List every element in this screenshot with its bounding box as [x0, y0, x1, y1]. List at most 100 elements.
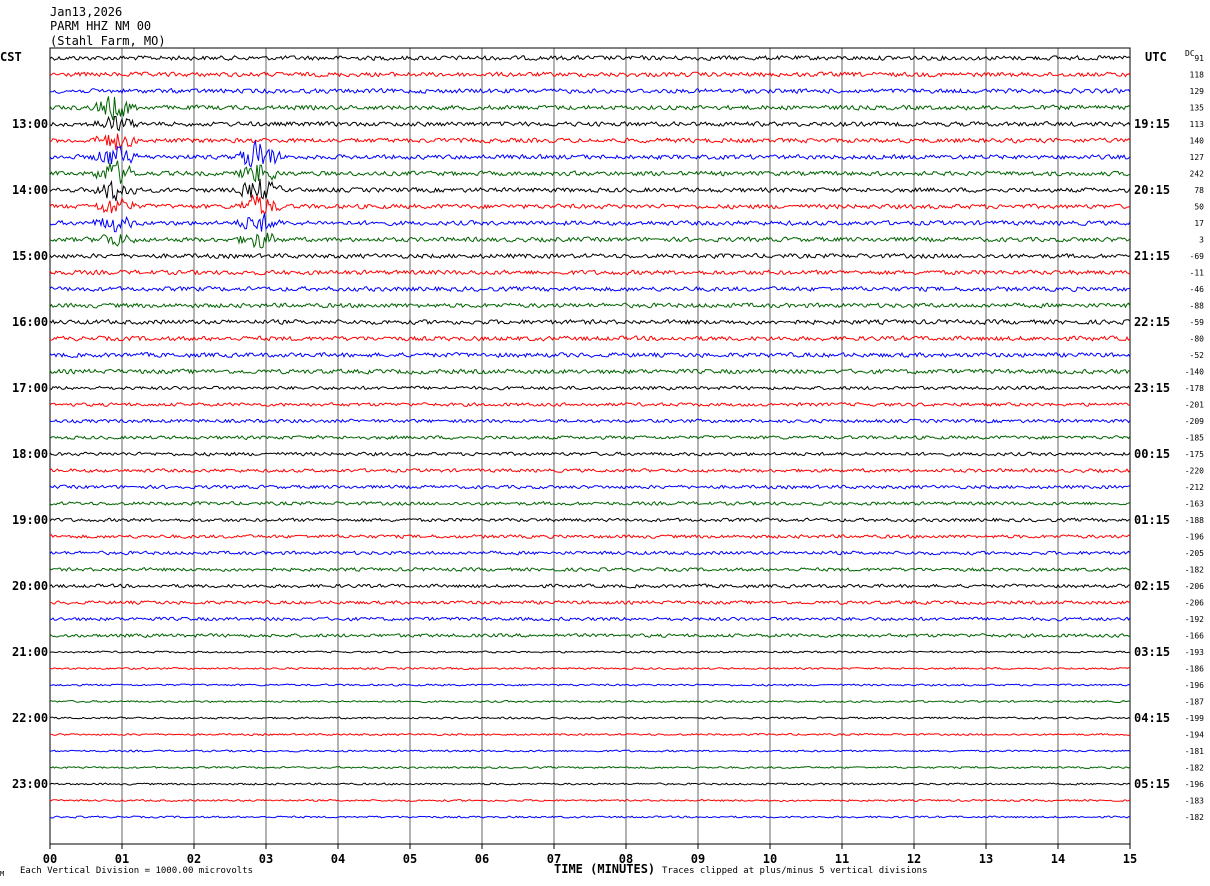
left-time-label: 15:00 [12, 249, 48, 263]
seismic-trace [49, 765, 1131, 770]
x-tick-label: 02 [187, 852, 201, 866]
x-tick-label: 11 [835, 852, 849, 866]
seismic-trace [49, 71, 1131, 78]
dc-offset-label: -181 [1185, 747, 1204, 756]
footer-scale-note: Each Vertical Division = 1000.00 microvo… [20, 866, 253, 876]
footer-mark: M [0, 870, 5, 878]
seismic-trace [49, 178, 1131, 202]
dc-offset-label: -185 [1185, 434, 1204, 443]
left-time-label: 14:00 [12, 183, 48, 197]
dc-offset-label: -52 [1190, 351, 1205, 360]
dc-offset-column: 91 118 129 135 113 140 127 242 78 50 17 3 -69 -11 -46 -… [1185, 54, 1204, 822]
left-time-label: 13:00 [12, 117, 48, 131]
seismic-trace [49, 683, 1131, 687]
dc-offset-label: -163 [1185, 500, 1204, 509]
dc-offset-label: -175 [1185, 450, 1204, 459]
dc-offset-label: 3 [1199, 236, 1204, 245]
seismic-trace [49, 115, 1131, 132]
dc-offset-label: -11 [1190, 269, 1205, 278]
x-tick-label: 09 [691, 852, 705, 866]
seismic-trace [49, 468, 1131, 473]
dc-offset-label: -193 [1185, 648, 1204, 657]
dc-offset-label: -201 [1185, 401, 1204, 410]
dc-offset-label: -196 [1185, 533, 1204, 542]
right-time-label: 00:15 [1134, 447, 1170, 461]
x-tick-label: 15 [1123, 852, 1137, 866]
dc-offset-label: -194 [1185, 731, 1204, 740]
left-time-label: 18:00 [12, 447, 48, 461]
left-time-axis: 13:00 14:00 15:00 16:00 17:00 18:00 19:00 20:00… [12, 117, 48, 791]
seismic-trace [49, 232, 1131, 249]
right-time-label: 04:15 [1134, 711, 1170, 725]
helicorder-plot: 13:00 14:00 15:00 16:00 17:00 18:00 19:00 20:00… [12, 47, 1204, 866]
seismic-trace [49, 368, 1131, 375]
seismic-trace [49, 616, 1131, 622]
seismic-trace [49, 385, 1131, 391]
seismic-trace [49, 699, 1131, 704]
seismic-trace [49, 583, 1131, 589]
seismic-trace [49, 133, 1131, 151]
right-time-label: 20:15 [1134, 183, 1170, 197]
dc-offset-label: -46 [1190, 285, 1205, 294]
left-time-label: 16:00 [12, 315, 48, 329]
dc-offset-label: 127 [1190, 153, 1205, 162]
x-tick-label: 00 [43, 852, 57, 866]
dc-offset-label: -182 [1185, 566, 1204, 575]
left-time-label: 23:00 [12, 777, 48, 791]
right-time-label: 22:15 [1134, 315, 1170, 329]
left-time-label: 22:00 [12, 711, 48, 725]
dc-offset-label: -69 [1190, 252, 1205, 261]
dc-offset-label: -188 [1185, 516, 1204, 525]
dc-offset-label: -209 [1185, 417, 1204, 426]
plot-frame [49, 47, 1131, 845]
dc-offset-label: 242 [1190, 170, 1205, 179]
seismic-trace [49, 193, 1131, 216]
seismic-trace [49, 732, 1131, 737]
dc-offset-label: -220 [1185, 467, 1204, 476]
x-tick-label: 01 [115, 852, 129, 866]
left-time-label: 19:00 [12, 513, 48, 527]
seismic-trace [49, 534, 1131, 539]
right-time-label: 02:15 [1134, 579, 1170, 593]
seismic-trace [49, 269, 1131, 276]
x-tick-label: 12 [907, 852, 921, 866]
dc-offset-label: -206 [1185, 582, 1204, 591]
seismic-trace [49, 435, 1131, 440]
dc-offset-label: -80 [1190, 335, 1205, 344]
dc-offset-label: -196 [1185, 681, 1204, 690]
right-time-label: 21:15 [1134, 249, 1170, 263]
right-time-label: 05:15 [1134, 777, 1170, 791]
dc-offset-label: 129 [1190, 87, 1205, 96]
dc-offset-label: -166 [1185, 632, 1204, 641]
seismic-trace [49, 54, 1131, 62]
right-time-label: 01:15 [1134, 513, 1170, 527]
dc-offset-label: 118 [1190, 71, 1205, 80]
dc-offset-label: -182 [1185, 813, 1204, 822]
seismic-trace [49, 633, 1131, 638]
seismic-trace [49, 302, 1131, 309]
seismic-trace [49, 517, 1131, 523]
dc-offset-label: -187 [1185, 698, 1204, 707]
dc-offset-label: -186 [1185, 665, 1204, 674]
left-time-label: 17:00 [12, 381, 48, 395]
seismic-trace [49, 318, 1131, 326]
dc-offset-label: -59 [1190, 318, 1205, 327]
left-time-label: 21:00 [12, 645, 48, 659]
dc-offset-label: -192 [1185, 615, 1204, 624]
x-tick-label: 13 [979, 852, 993, 866]
seismic-trace [49, 213, 1131, 233]
right-time-label: 23:15 [1134, 381, 1170, 395]
seismic-trace [49, 650, 1131, 654]
seismic-trace [49, 666, 1131, 671]
seismic-trace [49, 749, 1131, 753]
dc-offset-label: 140 [1190, 137, 1205, 146]
dc-offset-label: 113 [1190, 120, 1205, 129]
seismic-trace [49, 351, 1131, 359]
seismic-trace [49, 484, 1131, 490]
dc-offset-label: 135 [1190, 104, 1205, 113]
dc-offset-label: 91 [1194, 54, 1204, 63]
right-time-label: 19:15 [1134, 117, 1170, 131]
dc-offset-label: -212 [1185, 483, 1204, 492]
dc-offset-label: -196 [1185, 780, 1204, 789]
dc-offset-label: -199 [1185, 714, 1204, 723]
